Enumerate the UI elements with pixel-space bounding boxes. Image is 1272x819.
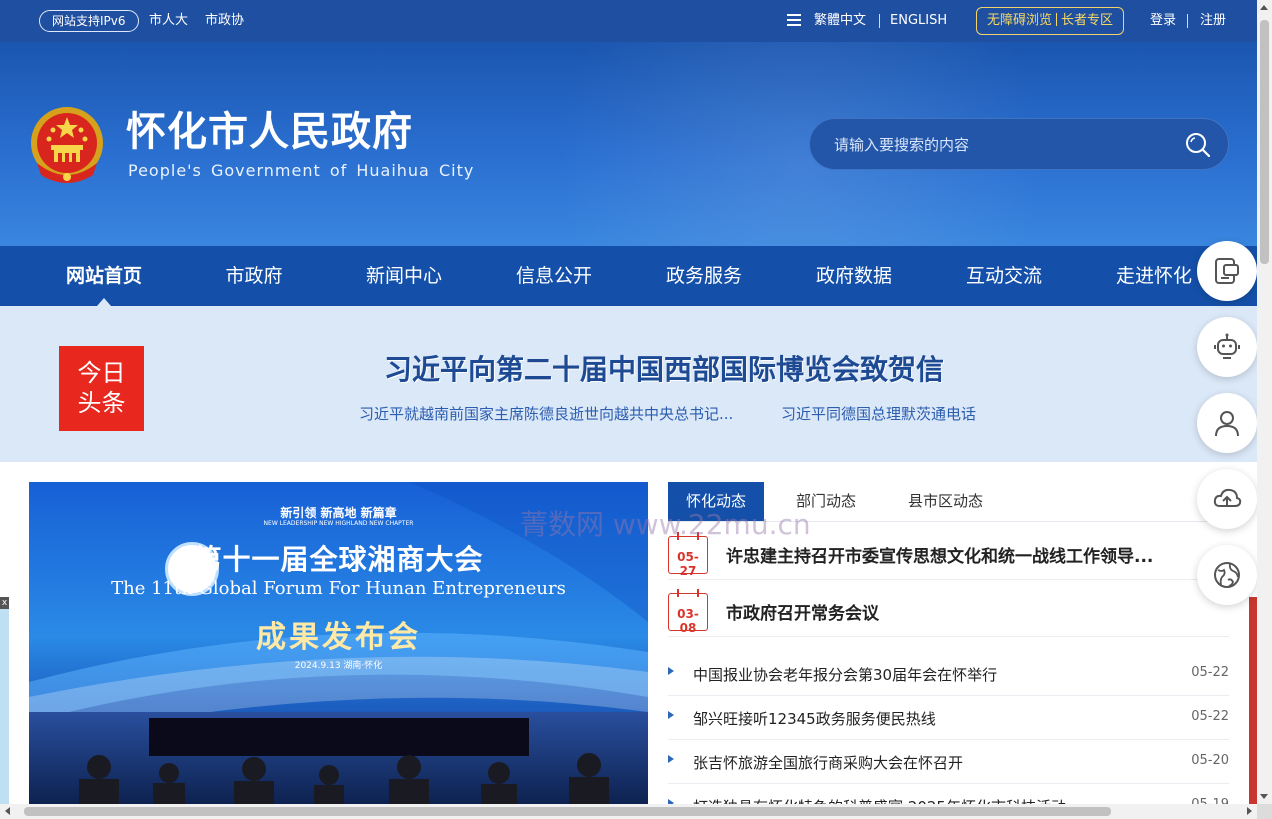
site-title: 怀化市人民政府 <box>126 109 413 155</box>
header-banner: 怀化市人民政府 People's Government of Huaihua C… <box>0 42 1257 246</box>
news-title[interactable]: 邹兴旺接听12345政务服务便民热线 <box>693 708 936 729</box>
user-icon <box>1215 411 1239 437</box>
scrollbar-corner <box>1257 804 1272 819</box>
scroll-right-icon[interactable] <box>1247 807 1252 815</box>
news-title[interactable]: 打造独具有怀化特色的科普盛宴 2025年怀化市科技活动 <box>693 796 1066 804</box>
news-title[interactable]: 张吉怀旅游全国旅行商采购大会在怀召开 <box>693 752 963 773</box>
nav-interaction[interactable]: 互动交流 <box>929 246 1079 306</box>
login-link[interactable]: 登录 <box>1150 12 1176 30</box>
ipv6-badge: 网站支持IPv6 <box>39 10 139 32</box>
featured-news-item[interactable]: 03-08 市政府召开常务会议 <box>668 581 1229 637</box>
ai-assistant-button[interactable] <box>1197 317 1257 377</box>
site-subtitle: People's Government of Huaihua City <box>128 161 475 180</box>
photo-title: 第十一届全球湘商大会 <box>193 543 484 576</box>
nav-government-data[interactable]: 政府数据 <box>779 246 929 306</box>
news-date: 05-20 <box>1191 753 1229 768</box>
divider <box>1187 14 1188 28</box>
accessibility-box: 无障碍浏览 长者专区 <box>976 7 1124 35</box>
headline-sub-link[interactable]: 习近平就越南前国家主席陈德良逝世向越共中央总书记... <box>359 403 733 424</box>
nav-information-disclosure[interactable]: 信息公开 <box>479 246 629 306</box>
scroll-up-icon[interactable] <box>1260 5 1268 10</box>
main-nav: 网站首页 市政府 新闻中心 信息公开 政务服务 政府数据 互动交流 走进怀化 <box>0 246 1257 306</box>
bullet-icon <box>668 667 674 675</box>
scroll-down-icon[interactable] <box>1260 794 1268 799</box>
link-npc[interactable]: 市人大 <box>149 12 188 30</box>
globe-button[interactable] <box>1197 545 1257 605</box>
audience-silhouettes <box>79 753 609 804</box>
service-icon <box>1215 258 1239 284</box>
horizontal-scrollbar[interactable] <box>0 804 1257 819</box>
photo-date-place: 2024.9.13 湖南·怀化 <box>294 661 383 671</box>
nav-home[interactable]: 网站首页 <box>29 246 179 306</box>
today-headline-badge: 今日 头条 <box>59 346 144 431</box>
news-date: 05-22 <box>1191 709 1229 724</box>
top-bar: 网站支持IPv6 市人大 市政协 繁體中文 ENGLISH 无障碍浏览 长者专区 … <box>0 0 1257 42</box>
cloud-service-button[interactable] <box>1197 469 1257 529</box>
register-link[interactable]: 注册 <box>1200 12 1226 30</box>
scroll-left-icon[interactable] <box>5 807 10 815</box>
close-icon[interactable]: x <box>0 597 9 609</box>
english-link[interactable]: ENGLISH <box>890 12 947 30</box>
news-date: 05-22 <box>1191 665 1229 680</box>
left-side-banner[interactable]: x <box>0 597 9 804</box>
page: 网站支持IPv6 市人大 市政协 繁體中文 ENGLISH 无障碍浏览 长者专区 … <box>0 0 1257 804</box>
news-list-item[interactable]: 张吉怀旅游全国旅行商采购大会在怀召开 05-20 <box>668 740 1229 784</box>
featured-news-title[interactable]: 市政府召开常务会议 <box>726 599 879 624</box>
tab-county-news[interactable]: 县市区动态 <box>908 482 983 521</box>
featured-news-title[interactable]: 许忠建主持召开市委宣传思想文化和统一战线工作领导... <box>726 542 1153 567</box>
globe-icon <box>1214 562 1240 588</box>
news-list-item[interactable]: 打造独具有怀化特色的科普盛宴 2025年怀化市科技活动 05-19 <box>668 784 1229 804</box>
user-center-button[interactable] <box>1197 393 1257 453</box>
link-cppcc[interactable]: 市政协 <box>205 12 244 30</box>
news-list-item[interactable]: 中国报业协会老年报分会第30届年会在怀举行 05-22 <box>668 652 1229 696</box>
headline-sub-link[interactable]: 习近平同德国总理默茨通电话 <box>781 403 976 424</box>
watermark: 菁数网 www.22mu.cn <box>520 508 811 541</box>
news-list-item[interactable]: 邹兴旺接听12345政务服务便民热线 05-22 <box>668 696 1229 740</box>
headline-section: 今日 头条 习近平向第二十届中国西部国际博览会致贺信 习近平就越南前国家主席陈德… <box>0 306 1257 462</box>
divider <box>879 14 880 28</box>
right-side-banner[interactable] <box>1249 597 1257 804</box>
search-icon[interactable] <box>1184 131 1212 159</box>
scrollbar-thumb[interactable] <box>24 807 1111 816</box>
nav-government-services[interactable]: 政务服务 <box>629 246 779 306</box>
search-box <box>809 118 1229 170</box>
news-date: 05-19 <box>1191 797 1229 804</box>
nav-city-government[interactable]: 市政府 <box>179 246 329 306</box>
scrollbar-thumb[interactable] <box>1260 20 1269 264</box>
photo-subtitle: 成果发布会 <box>256 620 421 655</box>
calendar-icon: 03-08 <box>668 589 708 635</box>
news-title[interactable]: 中国报业协会老年报分会第30届年会在怀举行 <box>693 664 997 685</box>
bullet-icon <box>668 711 674 719</box>
vertical-scrollbar[interactable] <box>1257 0 1272 804</box>
nav-news-center[interactable]: 新闻中心 <box>329 246 479 306</box>
bullet-icon <box>668 755 674 763</box>
national-emblem-icon <box>31 107 103 183</box>
service-button[interactable] <box>1197 241 1257 301</box>
accessible-browse-link[interactable]: 无障碍浏览 <box>987 13 1052 28</box>
cloud-icon <box>1213 488 1242 507</box>
menu-icon[interactable] <box>787 14 801 26</box>
robot-icon <box>1214 333 1240 359</box>
photo-title-en: The 11th Global Forum For Hunan Entrepre… <box>111 578 566 599</box>
search-input[interactable] <box>834 133 1164 157</box>
traditional-chinese-link[interactable]: 繁體中文 <box>814 12 866 30</box>
elderly-zone-link[interactable]: 长者专区 <box>1061 13 1113 28</box>
headline-main-link[interactable]: 习近平向第二十届中国西部国际博览会致贺信 <box>300 348 1028 388</box>
